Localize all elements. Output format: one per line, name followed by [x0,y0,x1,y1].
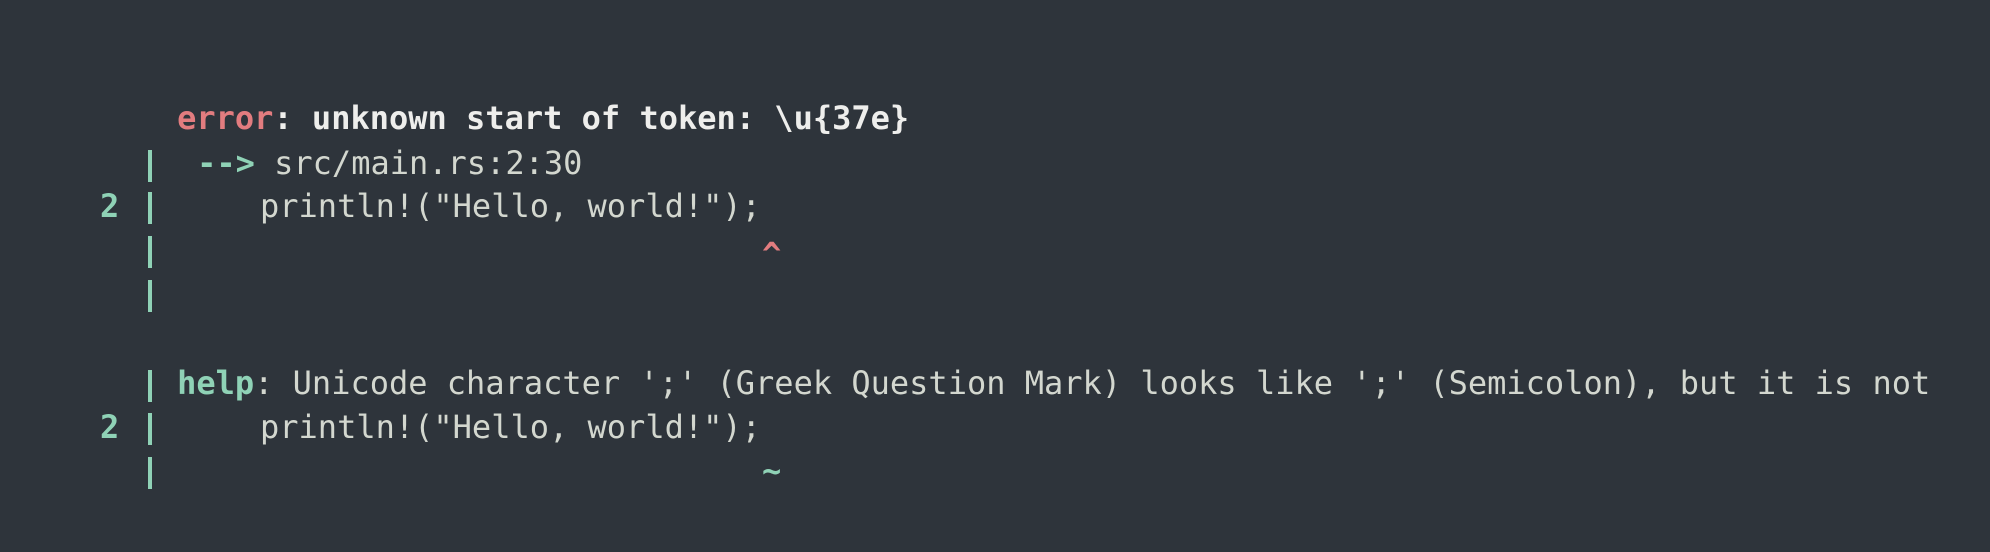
gutter-pipe [148,280,152,312]
code-line: println!("Hello, world!"); [260,408,761,446]
gutter-pipe [148,457,152,489]
help-separator: : [254,364,274,402]
help-label: help [177,364,255,402]
help-line: help: Unicode character ';' (Greek Quest… [100,317,1930,402]
gutter-pipe [148,413,152,445]
error-caret-marker: ^ [762,235,782,273]
location-arrow: --> [197,144,255,182]
gutter-pipe [148,370,152,402]
line-number: 2 [100,187,120,225]
gutter-pipe [148,150,152,182]
help-message: Unicode character ';' (Greek Question Ma… [273,364,1931,402]
error-line: error: unknown start of token: \u{37e} [100,52,909,137]
location-path: src/main.rs:2:30 [274,144,583,182]
gutter-pipe [148,236,152,268]
code-line: println!("Hello, world!"); [260,187,761,225]
terminal-window: error: unknown start of token: \u{37e} -… [0,0,1990,552]
location-line: --> src/main.rs:2:30 [120,97,582,182]
gutter-pipe [148,192,152,224]
suggestion-tilde-marker: ~ [762,452,782,490]
line-number: 2 [100,408,120,446]
